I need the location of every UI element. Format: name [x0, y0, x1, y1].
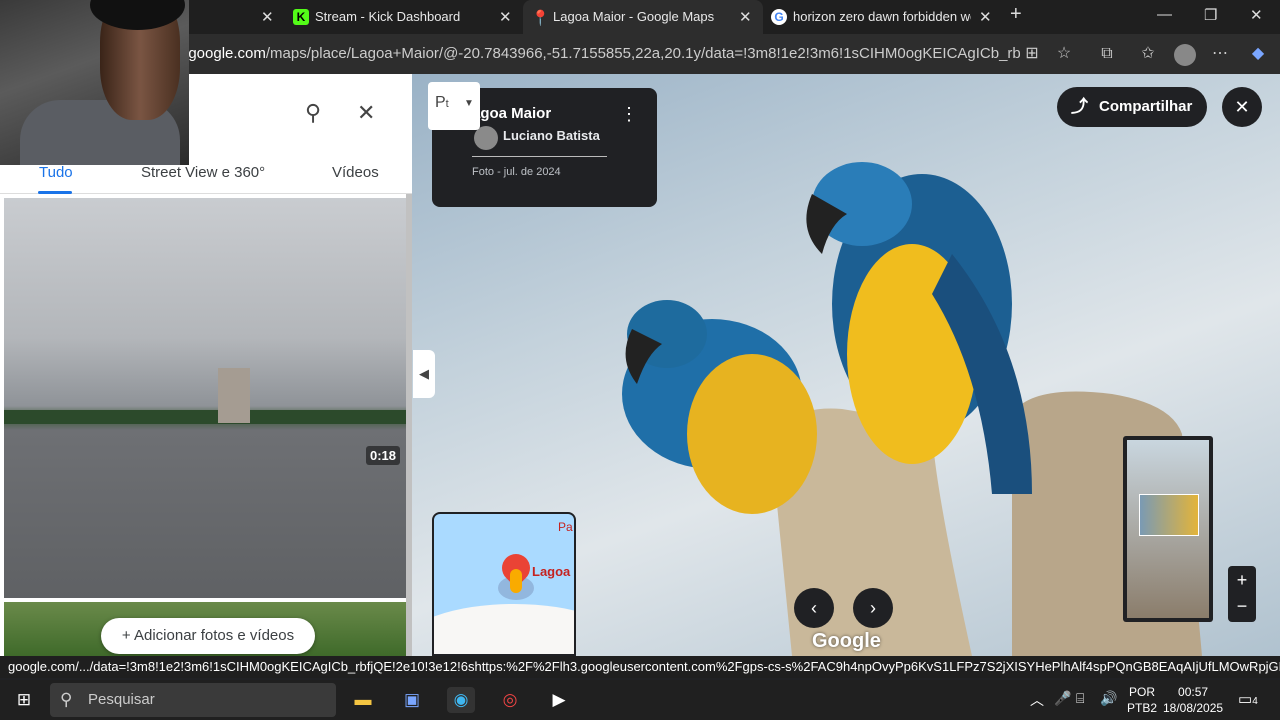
network-icon[interactable]: ⌸	[1076, 690, 1084, 707]
dropdown-arrow-icon: ▼	[464, 98, 474, 109]
author-name[interactable]: Luciano Batista	[503, 128, 600, 143]
close-viewer-button[interactable]: ✕	[1222, 87, 1262, 127]
minimize-icon[interactable]: —	[1157, 6, 1172, 23]
share-label: Compartilhar	[1099, 98, 1193, 115]
search-box[interactable]: ⚲ ✕	[189, 74, 412, 156]
store-icon[interactable]: ▣	[398, 687, 426, 713]
close-tab-icon[interactable]: ✕	[739, 8, 752, 26]
close-tab-icon[interactable]: ✕	[979, 8, 992, 26]
video-thumbnail-lake[interactable]	[4, 198, 406, 598]
file-explorer-icon[interactable]: ▬	[349, 687, 377, 713]
tab-google-maps[interactable]: 📍 Lagoa Maior - Google Maps ✕	[523, 0, 763, 34]
webcam-overlay	[0, 0, 189, 165]
edge-browser-icon[interactable]: ◉	[447, 687, 475, 713]
previous-photo-button[interactable]: ‹	[794, 588, 834, 628]
tab-title: horizon zero dawn forbidden wes	[793, 9, 971, 24]
macaw-left-chest	[687, 354, 817, 514]
treeline	[4, 410, 406, 424]
favorite-star-icon[interactable]: ☆	[1054, 44, 1074, 64]
add-photos-label: Adicionar fotos e vídeos	[134, 627, 295, 644]
map-place-label: Lagoa	[532, 564, 571, 579]
keyboard-layout: PTB2	[1127, 701, 1158, 715]
media-player-icon[interactable]: ▶	[545, 687, 573, 713]
plus-icon: +	[121, 627, 131, 644]
maps-pin-icon: 📍	[531, 10, 550, 27]
new-tab-button[interactable]: +	[1010, 3, 1022, 26]
taskbar-search-label: Pesquisar	[88, 691, 155, 708]
restore-icon[interactable]: ❐	[1204, 6, 1217, 24]
tab-street-view[interactable]: Street View e 360°	[141, 164, 265, 181]
share-button[interactable]: ⤴ Compartilhar	[1057, 87, 1207, 127]
url-field[interactable]: r.google.com/maps/place/Lagoa+Maior/@-20…	[180, 40, 1020, 68]
tab-all[interactable]: Tudo	[39, 164, 73, 181]
language-indicator[interactable]: POR PTB2	[1127, 684, 1157, 716]
url-path: /maps/place/Lagoa+Maior/@-20.7843966,-51…	[265, 45, 1020, 62]
photo-filmstrip[interactable]	[1123, 436, 1213, 622]
map-land	[434, 604, 574, 654]
share-icon: ⤴	[1071, 97, 1088, 116]
collapse-panel-button[interactable]: ◀	[413, 350, 435, 398]
clock[interactable]: 00:57 18/08/2025	[1163, 684, 1223, 716]
clear-search-icon[interactable]: ✕	[357, 100, 375, 126]
video-duration-badge: 0:18	[366, 446, 401, 465]
more-options-icon[interactable]: ⋮	[620, 104, 638, 125]
apps-icon[interactable]: ⊞	[1022, 44, 1042, 64]
link-status-bar: google.com/.../data=!3m8!1e2!3m6!1sCIHM0…	[0, 656, 1280, 678]
tab-partial[interactable]: ✕	[189, 0, 285, 34]
zoom-in-button[interactable]: +	[1228, 566, 1256, 594]
copilot-icon[interactable]: ◆	[1248, 44, 1268, 64]
pegman-dropdown[interactable]: Pt ▼	[428, 82, 480, 130]
zoom-controls: + −	[1228, 566, 1256, 622]
clock-time: 00:57	[1178, 685, 1209, 699]
taskbar-search[interactable]: ⚲ Pesquisar	[50, 683, 336, 717]
close-tab-icon[interactable]: ✕	[261, 8, 274, 26]
close-window-icon[interactable]: ✕	[1250, 6, 1263, 24]
language-code: POR	[1129, 685, 1156, 699]
pegman-subscript: t	[445, 98, 449, 110]
notification-count: 4	[1252, 696, 1258, 707]
close-tab-icon[interactable]: ✕	[499, 8, 512, 26]
notification-icon[interactable]: ▭4	[1238, 690, 1258, 708]
microphone-icon[interactable]: 🎤	[1054, 690, 1071, 707]
author-underline	[472, 156, 607, 157]
obs-icon[interactable]: ◎	[496, 687, 524, 713]
pegman-letter: P	[435, 94, 446, 111]
google-icon: G	[771, 9, 787, 25]
url-domain: r.google.com	[180, 45, 266, 62]
photo-date: Foto - jul. de 2024	[472, 166, 561, 178]
search-icon[interactable]: ⚲	[305, 100, 321, 126]
clock-date: 18/08/2025	[1163, 701, 1224, 715]
tab-videos[interactable]: Vídeos	[332, 164, 379, 181]
add-photos-button[interactable]: + Adicionar fotos e vídeos	[101, 618, 315, 654]
more-menu-icon[interactable]: ⋯	[1210, 44, 1230, 64]
search-icon: ⚲	[60, 690, 73, 709]
active-tab-indicator	[38, 191, 72, 194]
map-label-pa: Pa	[558, 520, 573, 534]
google-logo: Google	[812, 630, 881, 652]
current-photo-thumbnail[interactable]	[1139, 494, 1199, 536]
zoom-out-button[interactable]: −	[1228, 594, 1256, 622]
extensions-icon[interactable]: ⧉	[1097, 44, 1117, 64]
browser-tab-bar: ✕ K Stream - Kick Dashboard ✕ 📍 Lagoa Ma…	[0, 0, 1280, 34]
tab-title: Stream - Kick Dashboard	[315, 9, 461, 24]
tray-chevron-icon[interactable]: ︿	[1030, 690, 1044, 710]
tab-kick[interactable]: K Stream - Kick Dashboard ✕	[285, 0, 523, 34]
profile-avatar[interactable]	[1174, 44, 1196, 66]
mini-map[interactable]: Pa Lagoa	[432, 512, 576, 656]
place-title[interactable]: agoa Maior	[472, 105, 551, 122]
next-photo-button[interactable]: ›	[853, 588, 893, 628]
volume-icon[interactable]: 🔊	[1100, 690, 1117, 707]
tab-horizon[interactable]: G horizon zero dawn forbidden wes ✕	[763, 0, 1001, 34]
favorites-icon[interactable]: ✩	[1138, 44, 1158, 64]
windows-start-icon[interactable]: ⊞	[10, 687, 38, 713]
kick-icon: K	[293, 9, 309, 25]
building	[218, 368, 250, 423]
tab-title: Lagoa Maior - Google Maps	[553, 9, 715, 24]
pegman-icon	[510, 569, 522, 593]
